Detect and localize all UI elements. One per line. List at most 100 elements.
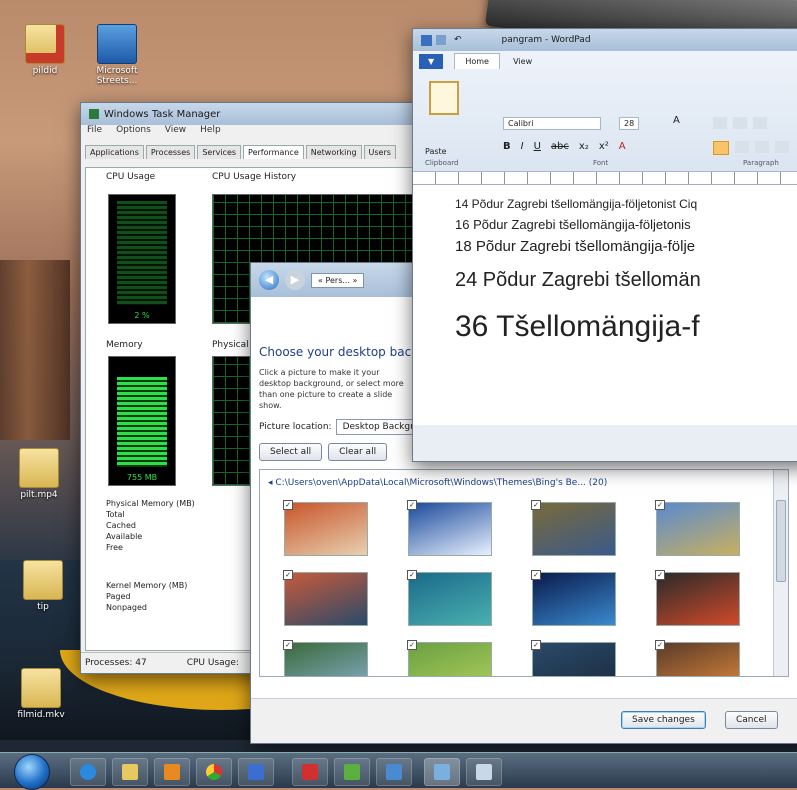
physical-memory-stats: Physical Memory (MB) Total95 Cached35 Av… (106, 498, 266, 553)
file-menu-button[interactable]: ▼ (419, 54, 444, 69)
wallpaper-thumbnail[interactable]: ✓ (655, 640, 740, 676)
menu-file[interactable]: File (87, 125, 102, 141)
stat-row: Paged15 (106, 592, 266, 601)
taskbar-app-blue[interactable] (238, 758, 274, 786)
thumbnail-checkbox[interactable]: ✓ (531, 500, 541, 510)
dialog-description: Click a picture to make it your desktop … (259, 368, 404, 410)
address-bar[interactable]: « Pers... » (311, 272, 365, 288)
wordpad-titlebar[interactable]: ↶ pangram - WordPad (413, 29, 797, 51)
align-left-icon[interactable] (713, 141, 729, 155)
taskbar-wordpad[interactable] (466, 758, 502, 786)
stat-row: Cached35 (106, 521, 266, 530)
thumbnail-checkbox[interactable]: ✓ (655, 640, 665, 650)
thumbnail-checkbox[interactable]: ✓ (531, 570, 541, 580)
task-manager-icon (89, 109, 99, 119)
subscript-icon[interactable]: x₂ (579, 141, 589, 152)
font-size-select[interactable]: 28 (619, 117, 640, 130)
tab-networking[interactable]: Networking (305, 145, 362, 159)
cpu-meter-bars (117, 201, 167, 305)
thumbnail-checkbox[interactable]: ✓ (283, 570, 293, 580)
grow-font-icon[interactable]: A (673, 115, 680, 126)
wallpaper-thumbnail[interactable]: ✓ (531, 570, 616, 626)
desktop-icon-microsoft-streets[interactable]: Microsoft Streets... (84, 24, 150, 86)
thumbnail-checkbox[interactable]: ✓ (283, 500, 293, 510)
paste-icon[interactable] (429, 81, 459, 115)
taskbar-explorer[interactable] (112, 758, 148, 786)
thumbnail-checkbox[interactable]: ✓ (283, 640, 293, 650)
tab-processes[interactable]: Processes (145, 145, 196, 159)
ruler[interactable] (413, 172, 797, 185)
wallpaper-thumbnail[interactable]: ✓ (655, 500, 740, 556)
wallpaper-thumbnail[interactable]: ✓ (283, 570, 368, 626)
ribbon: ▼ Home View Paste Calibri 28 A BIU abc x… (413, 51, 797, 172)
clear-all-button[interactable]: Clear all (328, 443, 388, 461)
undo-icon[interactable]: ↶ (454, 35, 462, 45)
taskbar-media[interactable] (154, 758, 190, 786)
save-changes-button[interactable]: Save changes (621, 711, 706, 729)
thumbnail-checkbox[interactable]: ✓ (531, 640, 541, 650)
wallpaper-thumbnail[interactable]: ✓ (283, 640, 368, 676)
menu-options[interactable]: Options (116, 125, 151, 141)
font-color-icon[interactable]: A (619, 141, 626, 152)
thumbnail-checkbox[interactable]: ✓ (407, 640, 417, 650)
taskbar-app-monitor[interactable] (376, 758, 412, 786)
desktop-icon-filmid[interactable]: filmid.mkv (8, 668, 74, 720)
cpu-usage-value: 2 % (134, 311, 150, 320)
strikethrough-icon[interactable]: abc (551, 141, 569, 152)
wallpaper-thumbnail[interactable]: ✓ (531, 500, 616, 556)
taskbar-task-manager[interactable] (424, 758, 460, 786)
underline-icon[interactable]: U (534, 141, 541, 152)
desktop-icon-label: Microsoft Streets... (96, 66, 138, 86)
list-icon[interactable] (753, 117, 767, 129)
desktop-icon-pildid[interactable]: pildid (12, 24, 78, 76)
stat-row: Free1 (106, 543, 266, 552)
scrollbar-thumb[interactable] (776, 500, 786, 582)
wallpaper-thumbnail[interactable]: ✓ (531, 640, 616, 676)
select-all-button[interactable]: Select all (259, 443, 323, 461)
forward-arrow-icon[interactable]: ▶ (285, 270, 305, 290)
bold-icon[interactable]: B (503, 141, 511, 152)
back-arrow-icon[interactable]: ◀ (259, 270, 279, 290)
italic-icon[interactable]: I (521, 141, 524, 152)
thumbnail-checkbox[interactable]: ✓ (407, 570, 417, 580)
menu-help[interactable]: Help (200, 125, 221, 141)
folder-group-header[interactable]: ◂ C:\Users\oven\AppData\Local\Microsoft\… (268, 478, 607, 488)
align-right-icon[interactable] (755, 141, 769, 153)
tab-view[interactable]: View (503, 54, 542, 69)
desktop-icon-label: tip (37, 602, 49, 612)
save-icon[interactable] (436, 35, 446, 45)
align-center-icon[interactable] (735, 141, 749, 153)
taskbar-chrome[interactable] (196, 758, 232, 786)
wallpaper-thumbnail[interactable]: ✓ (407, 640, 492, 676)
cancel-button[interactable]: Cancel (725, 711, 778, 729)
outdent-icon[interactable] (733, 117, 747, 129)
wallpaper-thumbnail[interactable]: ✓ (407, 570, 492, 626)
wallpaper-thumbnail[interactable]: ✓ (655, 570, 740, 626)
thumbnail-checkbox[interactable]: ✓ (407, 500, 417, 510)
indent-icon[interactable] (713, 117, 727, 129)
wallpaper-thumbnail[interactable]: ✓ (283, 500, 368, 556)
font-name-select[interactable]: Calibri (503, 117, 601, 130)
tab-performance[interactable]: Performance (243, 145, 304, 159)
menu-view[interactable]: View (165, 125, 186, 141)
tab-home[interactable]: Home (454, 53, 500, 69)
tab-services[interactable]: Services (197, 145, 242, 159)
superscript-icon[interactable]: x² (599, 141, 609, 152)
memory-label: Memory (106, 340, 143, 350)
thumbnail-checkbox[interactable]: ✓ (655, 570, 665, 580)
tab-users[interactable]: Users (363, 145, 396, 159)
desktop-icon-pilt[interactable]: pilt.mp4 (6, 448, 72, 500)
start-button[interactable] (14, 754, 50, 790)
justify-icon[interactable] (775, 141, 789, 153)
taskbar-app-red[interactable] (292, 758, 328, 786)
folder-icon (23, 560, 63, 600)
taskbar-app-green[interactable] (334, 758, 370, 786)
document-area[interactable]: 14 Põdur Zagrebi tšellomängija-följetoni… (413, 185, 797, 425)
tab-applications[interactable]: Applications (85, 145, 144, 159)
taskbar-internet-explorer[interactable] (70, 758, 106, 786)
vertical-scrollbar[interactable] (773, 470, 788, 676)
memory-value: 755 MB (126, 473, 158, 482)
thumbnail-checkbox[interactable]: ✓ (655, 500, 665, 510)
wallpaper-thumbnail[interactable]: ✓ (407, 500, 492, 556)
desktop-icon-tip[interactable]: tip (10, 560, 76, 612)
